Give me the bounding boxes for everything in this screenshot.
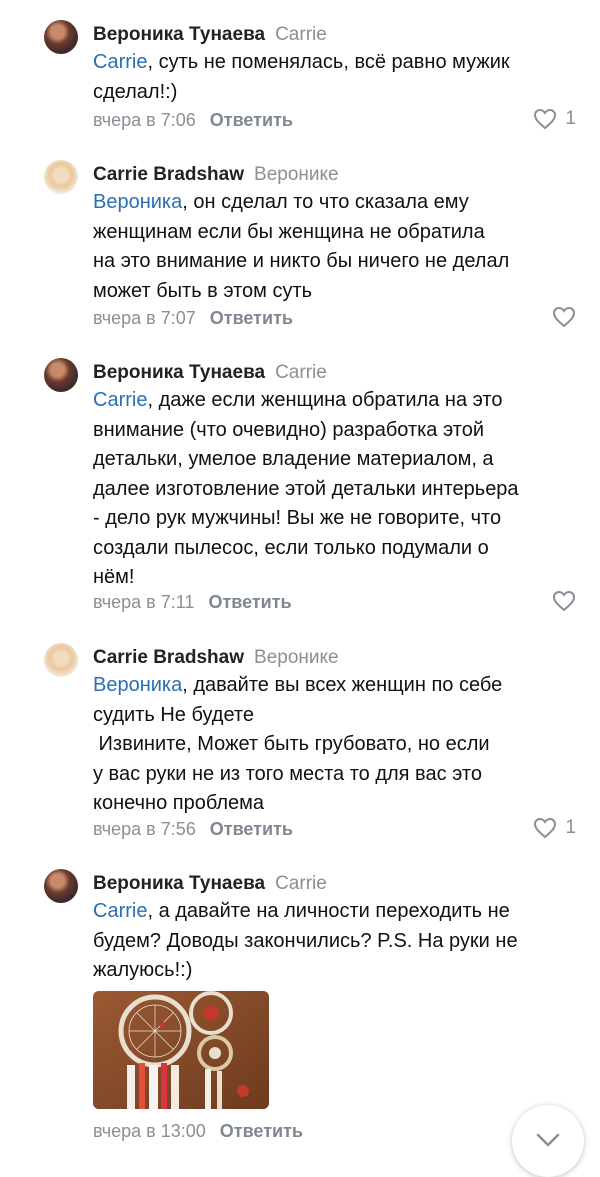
avatar[interactable]	[44, 358, 78, 392]
heart-outline-icon	[534, 817, 557, 839]
scroll-down-button[interactable]	[512, 1105, 584, 1177]
comment-meta: вчера в 13:00 Ответить	[93, 1121, 303, 1142]
comment-text: Вероника, давайте вы всех женщин по себе…	[93, 671, 573, 819]
attached-photo[interactable]	[93, 991, 269, 1109]
text-line: жалуюсь!:)	[93, 959, 193, 981]
text-line: может быть в этом суть	[93, 279, 313, 302]
comment-meta: вчера в 7:06 Ответить	[93, 110, 293, 131]
mention-link[interactable]: Вероника	[93, 191, 182, 213]
text-line: создали пылесос, если только подумали о	[93, 536, 489, 559]
avatar[interactable]	[44, 160, 78, 194]
heart-outline-icon	[552, 590, 576, 612]
author-name[interactable]: Вероника Тунаева	[93, 24, 265, 45]
comment-text: Carrie, даже если женщина обратила на эт…	[93, 386, 573, 593]
text-line: Вероника, он сделал то что сказала ему	[93, 191, 469, 213]
text-line: Carrie, а давайте на личности переходить…	[93, 900, 510, 922]
text-line: Вероника, давайте вы всех женщин по себе	[93, 674, 503, 696]
text-line: на это внимание и никто бы ничего не дел…	[93, 250, 510, 272]
reply-to-name[interactable]: Carrie	[275, 362, 327, 383]
text-line: будем? Доводы закончились? P.S. На руки …	[93, 929, 518, 952]
author-name[interactable]: Вероника Тунаева	[93, 362, 265, 383]
reply-to-name[interactable]: Carrie	[275, 873, 327, 894]
reply-button[interactable]: Ответить	[220, 1121, 303, 1141]
reply-to-name[interactable]: Веронике	[254, 647, 339, 668]
text-line: Carrie, даже если женщина обратила на эт…	[93, 389, 503, 411]
comment-text: Carrie, а давайте на личности переходить…	[93, 897, 573, 986]
reply-to-name[interactable]: Carrie	[275, 24, 327, 45]
comment-text: Вероника, он сделал то что сказала ему ж…	[93, 188, 573, 306]
mention-link[interactable]: Carrie	[93, 389, 147, 411]
dreamcatcher-photo-drawing	[93, 991, 269, 1109]
comment-header: Вероника Тунаева Carrie	[93, 24, 327, 46]
timestamp: вчера в 7:11	[93, 592, 195, 612]
like-count: 1	[565, 817, 576, 838]
timestamp: вчера в 7:07	[93, 308, 196, 328]
reply-button[interactable]: Ответить	[210, 819, 293, 839]
reply-to-name[interactable]: Веронике	[254, 164, 339, 185]
comment-text: Carrie, суть не поменялась, всё равно му…	[93, 48, 573, 107]
comment-header: Вероника Тунаева Carrie	[93, 873, 327, 895]
text-line: детальки, умелое владение материалом, а	[93, 448, 494, 470]
text-line: судить Не будете	[93, 703, 254, 726]
mention-link[interactable]: Вероника	[93, 674, 182, 696]
text-line: внимание (что очевидно) разработка этой	[93, 418, 484, 441]
author-name[interactable]: Carrie Bradshaw	[93, 647, 244, 668]
text-line: сделал!:)	[93, 80, 178, 103]
reply-button[interactable]: Ответить	[208, 592, 291, 612]
timestamp: вчера в 7:06	[93, 110, 196, 130]
text-line: Извините, Может быть грубовато, но если	[93, 733, 490, 755]
text-line: нём!	[93, 566, 135, 588]
author-name[interactable]: Carrie Bradshaw	[93, 164, 244, 185]
comment-meta: вчера в 7:07 Ответить	[93, 308, 293, 329]
text-line: далее изготовление этой детальки интерье…	[93, 477, 519, 500]
author-name[interactable]: Вероника Тунаева	[93, 873, 265, 894]
comment-header: Вероника Тунаева Carrie	[93, 362, 327, 384]
mention-link[interactable]: Carrie	[93, 900, 147, 922]
avatar[interactable]	[44, 643, 78, 677]
like-button[interactable]	[552, 590, 576, 612]
reply-button[interactable]: Ответить	[210, 308, 293, 328]
chevron-down-icon	[536, 1133, 560, 1147]
text-line: Carrie, суть не поменялась, всё равно му…	[93, 51, 510, 73]
like-count: 1	[565, 108, 576, 129]
comment-meta: вчера в 7:56 Ответить	[93, 819, 293, 840]
comment-header: Carrie Bradshaw Веронике	[93, 647, 339, 669]
heart-outline-icon	[552, 306, 576, 328]
timestamp: вчера в 7:56	[93, 819, 196, 839]
reply-button[interactable]: Ответить	[210, 110, 293, 130]
text-line: конечно проблема	[93, 792, 265, 814]
text-line: у вас руки не из того места то для вас э…	[93, 762, 482, 785]
avatar[interactable]	[44, 20, 78, 54]
comment-meta: вчера в 7:11 Ответить	[93, 592, 292, 613]
comment-header: Carrie Bradshaw Веронике	[93, 164, 339, 186]
text-line: - дело рук мужчины! Вы же не говорите, ч…	[93, 507, 502, 529]
like-button[interactable]	[552, 306, 576, 328]
mention-link[interactable]: Carrie	[93, 51, 147, 73]
heart-outline-icon	[534, 108, 557, 130]
like-button[interactable]: 1	[533, 817, 576, 839]
avatar[interactable]	[44, 869, 78, 903]
text-line: женщинам если бы женщина не обратила	[93, 220, 485, 243]
timestamp: вчера в 13:00	[93, 1121, 206, 1141]
like-button[interactable]: 1	[533, 108, 576, 130]
